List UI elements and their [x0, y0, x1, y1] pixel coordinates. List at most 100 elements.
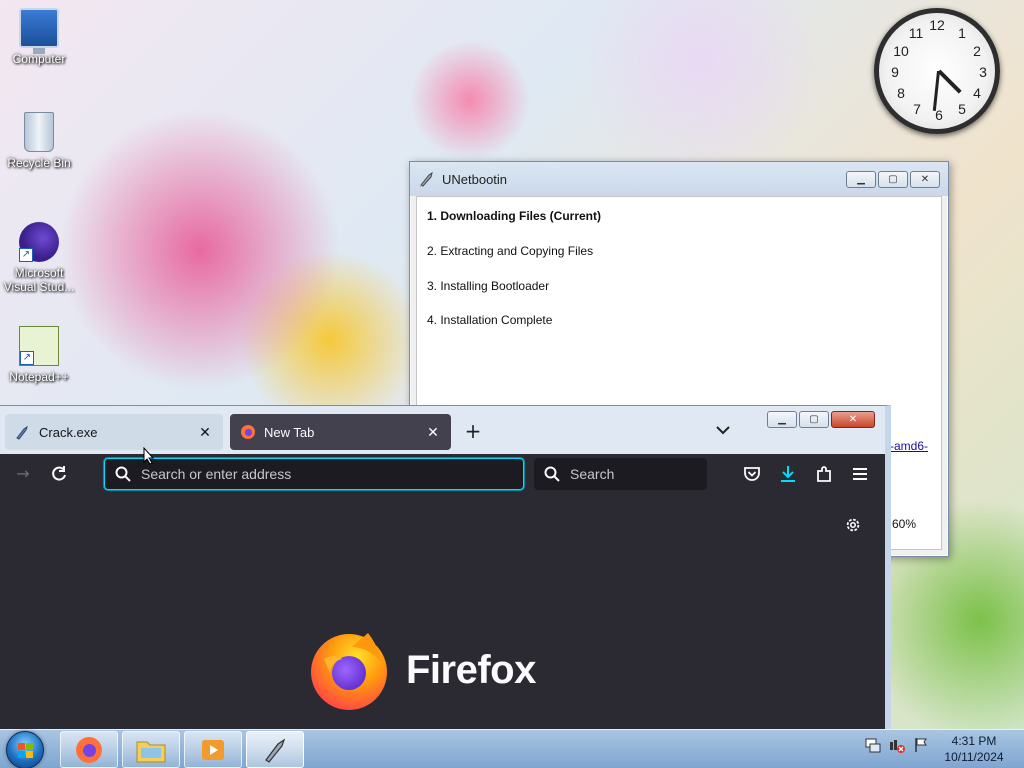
- hamburger-menu-icon: [853, 468, 867, 480]
- close-tab-icon[interactable]: ✕: [197, 424, 213, 441]
- firefox-icon: [241, 425, 255, 439]
- clock-number: 1: [958, 25, 966, 41]
- plus-icon: +: [464, 419, 482, 443]
- clock-number: 4: [973, 85, 981, 101]
- media-player-icon: [202, 739, 224, 760]
- minimize-icon: ▁: [857, 174, 865, 185]
- clock-gadget[interactable]: 12 1 2 3 4 5 6 7 8 9 10 11: [874, 8, 1000, 134]
- search-icon: [544, 466, 560, 482]
- taskbar-time: 4:31 PM: [951, 734, 997, 748]
- step-extracting: 2. Extracting and Copying Files: [427, 244, 594, 258]
- tab-label: Crack.exe: [39, 424, 98, 440]
- taskbar: 4:31 PM 10/11/2024: [0, 729, 1024, 768]
- step-downloading: 1. Downloading Files (Current): [427, 209, 602, 223]
- taskbar-date: 10/11/2024: [944, 750, 1004, 764]
- app-menu-button[interactable]: [850, 464, 870, 484]
- desktop-icon-label: Computer: [12, 52, 66, 66]
- computer-icon: [19, 8, 59, 54]
- clock-hour-hand: [937, 69, 962, 94]
- flag-icon[interactable]: [912, 736, 930, 754]
- taskbar-media-player-button[interactable]: [184, 731, 242, 768]
- minimize-icon: ▁: [778, 414, 786, 425]
- clock-number: 2: [973, 43, 981, 59]
- crack-exe-icon: [16, 425, 28, 440]
- unetbootin-titlebar[interactable]: UNetbootin ▁ ▢ ✕: [410, 162, 948, 196]
- network-error-icon[interactable]: [888, 736, 906, 754]
- close-button[interactable]: ✕: [831, 411, 875, 428]
- clock-number: 8: [897, 85, 905, 101]
- mouse-cursor-icon: [143, 447, 155, 465]
- firefox-wordmark: Firefox: [406, 647, 536, 692]
- new-tab-button[interactable]: +: [462, 419, 484, 443]
- navigation-toolbar: →: [0, 454, 885, 494]
- desktop-icon-label: Notepad++: [9, 370, 69, 384]
- action-center-icon[interactable]: [864, 736, 882, 754]
- desktop-icon-recycle-bin[interactable]: Recycle Bin: [1, 112, 77, 170]
- taskbar-firefox-button[interactable]: [60, 731, 118, 768]
- maximize-button[interactable]: ▢: [878, 171, 908, 188]
- clock-number: 12: [929, 17, 945, 33]
- desktop-icon-computer[interactable]: Computer: [1, 8, 77, 66]
- system-tray: [864, 736, 930, 754]
- close-button[interactable]: ✕: [910, 171, 940, 188]
- maximize-icon: ▢: [809, 414, 819, 425]
- step-installing-bootloader: 3. Installing Bootloader: [427, 279, 550, 293]
- desktop-icon-label: Microsoft Visual Stud...: [3, 266, 75, 294]
- puzzle-icon: [817, 466, 831, 482]
- tab-strip: Crack.exe ✕ New Tab ✕ + ▁ ▢ ✕: [0, 406, 885, 454]
- pocket-button[interactable]: [742, 464, 762, 484]
- pocket-icon: [744, 467, 760, 481]
- download-link[interactable]: -amd6-: [890, 439, 928, 453]
- window-title: UNetbootin: [442, 171, 508, 187]
- desktop-icon-notepad-plus-plus[interactable]: ↗ Notepad++: [1, 326, 77, 384]
- clock-number: 7: [913, 101, 921, 117]
- firefox-icon: [76, 736, 102, 763]
- shortcut-arrow-icon: ↗: [19, 248, 33, 262]
- reload-button[interactable]: [49, 464, 69, 484]
- forward-button[interactable]: →: [13, 464, 33, 484]
- close-icon: ✕: [920, 174, 930, 185]
- step-installation-complete: 4. Installation Complete: [427, 313, 553, 327]
- windows-logo-icon: [18, 743, 33, 758]
- clock-number: 5: [958, 101, 966, 117]
- start-button[interactable]: [6, 731, 44, 768]
- search-bar[interactable]: [534, 458, 707, 490]
- search-icon: [115, 466, 131, 482]
- search-input[interactable]: [570, 466, 707, 482]
- firefox-logo-icon: [311, 633, 387, 710]
- maximize-icon: ▢: [888, 174, 898, 185]
- unetbootin-icon: [265, 738, 286, 763]
- extensions-button[interactable]: [814, 464, 834, 484]
- address-bar[interactable]: [104, 458, 524, 490]
- maximize-button[interactable]: ▢: [799, 411, 829, 428]
- recycle-bin-icon: [24, 112, 54, 152]
- tab-new-tab[interactable]: New Tab ✕: [230, 414, 451, 450]
- clock-minute-hand: [932, 70, 940, 111]
- notepad-plus-plus-icon: ↗: [19, 326, 59, 366]
- firefox-window[interactable]: Crack.exe ✕ New Tab ✕ + ▁ ▢ ✕ → Search o…: [0, 405, 891, 730]
- clock-number: 11: [908, 25, 924, 41]
- visual-studio-icon: ↗: [19, 222, 59, 262]
- clock-number: 3: [979, 64, 987, 80]
- folder-icon: [136, 741, 166, 762]
- taskbar-file-explorer-button[interactable]: [122, 731, 180, 768]
- downloads-button[interactable]: [778, 464, 798, 484]
- clock-number: 10: [893, 43, 909, 59]
- tab-label: New Tab: [264, 424, 315, 440]
- taskbar-clock[interactable]: 4:31 PM 10/11/2024: [938, 733, 1010, 765]
- chevron-down-icon: [716, 426, 730, 435]
- list-all-tabs-button[interactable]: [714, 423, 732, 437]
- new-tab-page: Firefox: [0, 494, 885, 730]
- firefox-branding: Firefox: [308, 629, 536, 711]
- settings-gear-icon[interactable]: [844, 516, 862, 534]
- minimize-button[interactable]: ▁: [767, 411, 797, 428]
- download-icon: [781, 466, 795, 482]
- close-icon: ✕: [848, 414, 858, 425]
- tab-crack-exe[interactable]: Crack.exe ✕: [5, 414, 223, 450]
- desktop-icon-visual-studio[interactable]: ↗ Microsoft Visual Stud...: [1, 222, 77, 294]
- download-progress-text: 60%: [892, 517, 917, 531]
- close-tab-icon[interactable]: ✕: [425, 424, 441, 441]
- taskbar-unetbootin-button[interactable]: [246, 731, 304, 768]
- minimize-button[interactable]: ▁: [846, 171, 876, 188]
- address-input[interactable]: [141, 466, 523, 482]
